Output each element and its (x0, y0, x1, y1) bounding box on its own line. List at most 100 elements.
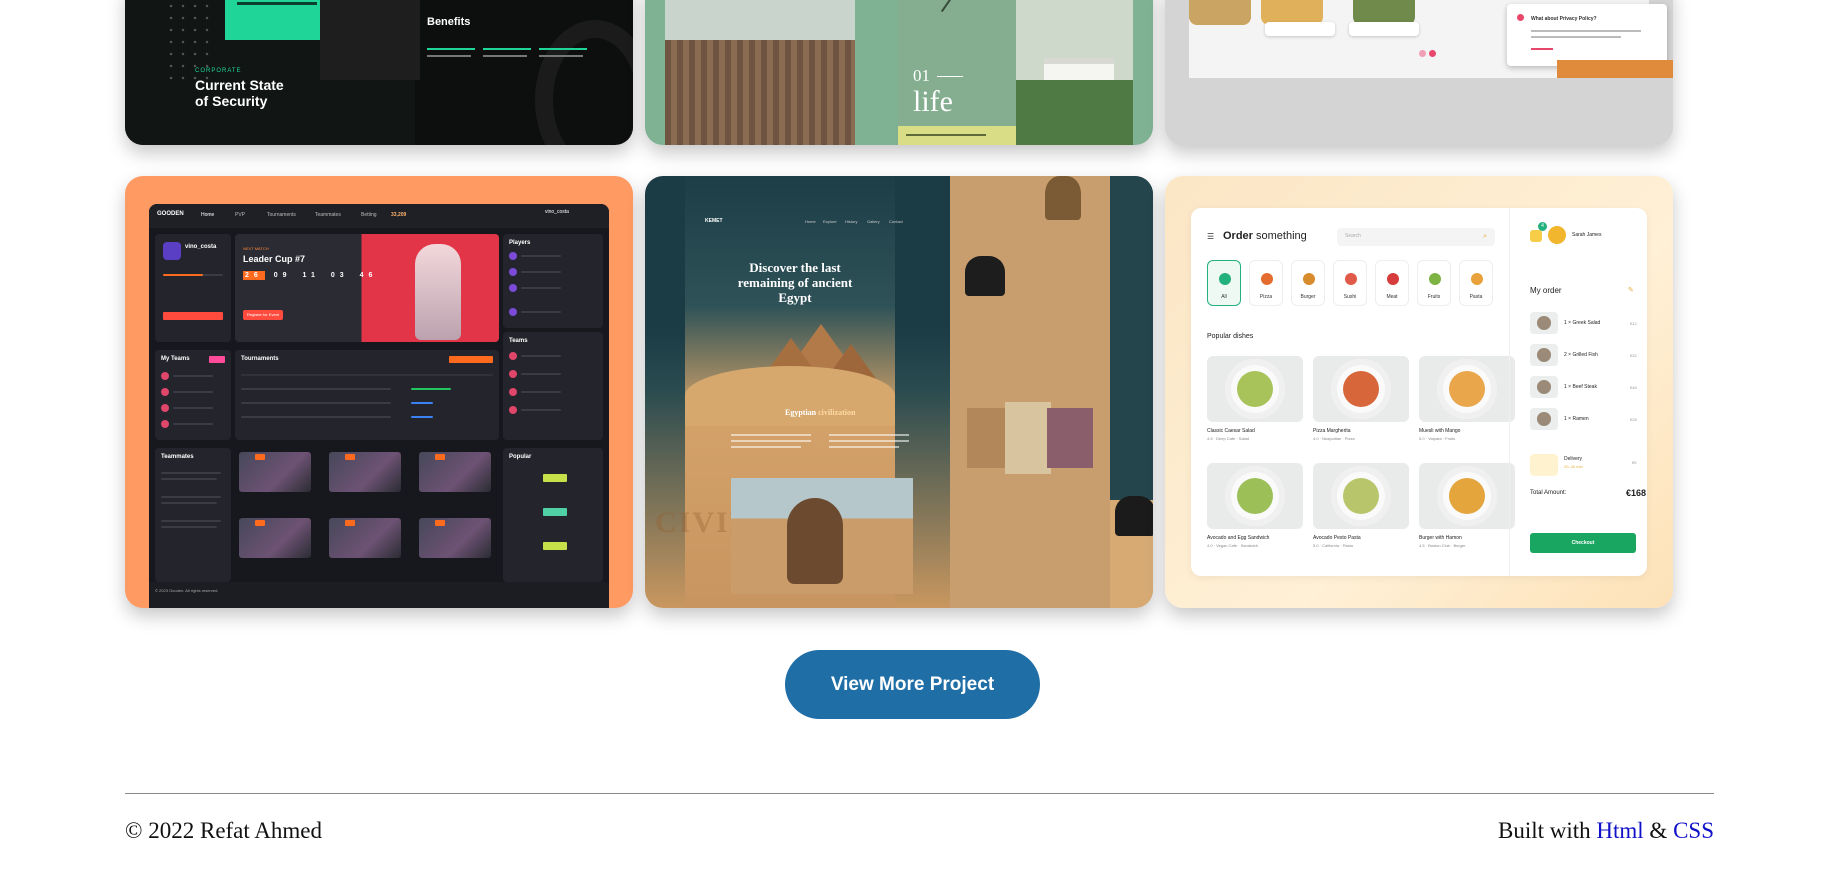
team-row (173, 407, 213, 409)
dish-name: Muesli with Mango (1419, 428, 1461, 434)
dish-meta: 5.0 · Valpara · Fruits (1419, 436, 1456, 441)
edge-column (1110, 176, 1153, 608)
order-item-price: €12 (1630, 321, 1637, 326)
modal-link (1531, 48, 1553, 50)
modal-line (1531, 36, 1621, 38)
page-title: Order something (1223, 230, 1307, 242)
food-pill (1349, 22, 1419, 36)
progress-fill (163, 274, 203, 276)
menu-icon: ☰ (1207, 232, 1215, 241)
delivery-icon (1530, 454, 1558, 476)
dish-meta: 4.0 · Vegan Cafe · Sandwich (1207, 543, 1258, 548)
built-with-label: Built with (1497, 818, 1591, 843)
category-label: Pasta (1469, 294, 1483, 300)
nav-item: Contact (889, 219, 903, 224)
css-link[interactable]: CSS (1673, 818, 1714, 843)
section-title-part: Egyptian (785, 408, 817, 417)
player-avatar (509, 252, 517, 260)
panel-title: My Teams (161, 356, 190, 362)
dish-image (1313, 463, 1409, 529)
gallery-column (950, 176, 1110, 608)
privacy-modal: What about Privacy Policy? (1507, 4, 1667, 66)
trees-area (1016, 80, 1133, 145)
dish-meta: 4.0 · Neapolitan · Pizza (1313, 436, 1355, 441)
panel-title: Teammates (161, 454, 194, 460)
project-card-egypt[interactable]: KEMET Home Explore History Gallery Conta… (645, 176, 1153, 608)
player-row (521, 287, 561, 289)
dish-name: Burger with Hamon (1419, 535, 1462, 541)
order-item-image (1530, 312, 1558, 334)
decorative-curve (535, 20, 633, 145)
gallery-image (1047, 408, 1093, 468)
ampersand: & (1649, 818, 1668, 843)
category-pizza: Pizza (1249, 260, 1283, 306)
paragraph-line (731, 446, 801, 448)
food-image (1557, 60, 1673, 78)
category-icon (1345, 273, 1357, 285)
order-item-image (1530, 408, 1558, 430)
gallery-image (1005, 402, 1051, 474)
pharaoh-statue (1045, 176, 1081, 220)
status-label (411, 388, 451, 390)
delivery-label: Delivery (1564, 456, 1583, 462)
countdown-digit: 26 (243, 271, 265, 280)
player-avatar (509, 308, 517, 316)
category-icon (1303, 273, 1315, 285)
modal-title: What about Privacy Policy? (1531, 16, 1597, 22)
popular-panel: Popular (503, 448, 603, 582)
register-button: Register for Event (243, 310, 283, 320)
team-logo (161, 404, 169, 412)
benefit-item (539, 48, 587, 64)
category-label: Sushi (1343, 294, 1357, 300)
nav-item: History (845, 219, 858, 224)
project-card-architecture[interactable]: 01 life (645, 0, 1153, 145)
table-row (241, 416, 391, 418)
project-card-food-privacy[interactable]: What about Privacy Policy? (1165, 0, 1673, 145)
order-item-image (1530, 344, 1558, 366)
dish-meta: 5.0 · California · Pasta (1313, 543, 1353, 548)
food-icon (1449, 478, 1485, 514)
benefit-item (427, 48, 475, 64)
section-heading: Popular dishes (1207, 333, 1254, 340)
carousel-dot (1429, 50, 1436, 57)
username: vino_costa (545, 209, 569, 215)
video-thumbnail (419, 518, 491, 558)
text-line (161, 520, 221, 522)
avatar (163, 242, 181, 260)
teammates-panel: Teammates (155, 448, 231, 582)
nav-item: Home (201, 212, 215, 218)
dish-name: Avocado Pesto Pasta (1313, 535, 1361, 541)
nav-item: PVP (235, 212, 246, 218)
search-icon: ⌕ (1483, 232, 1487, 240)
card-title: Current State of Security (195, 77, 284, 109)
paragraph-line (829, 440, 909, 442)
nav-item: Gallery (867, 219, 880, 224)
nav-item: Teammates (315, 212, 341, 218)
search-placeholder: Search (1345, 233, 1361, 239)
text-line (161, 526, 217, 528)
brand-logo: GOODEN (157, 211, 184, 217)
create-button (209, 356, 225, 363)
view-more-projects-button[interactable]: View More Project (785, 650, 1040, 719)
info-icon (1517, 14, 1524, 21)
order-item-price: €32 (1630, 353, 1637, 358)
site-screen: What about Privacy Policy? (1189, 0, 1673, 78)
item-image (543, 474, 567, 482)
category-pasta: Pasta (1459, 260, 1493, 306)
project-card-order[interactable]: ☰ Order something Search ⌕ All Pizza Bur… (1165, 176, 1673, 608)
countdown-digit: 03 (330, 272, 349, 279)
caption-band (898, 126, 1016, 145)
team-row (173, 391, 213, 393)
order-item-name: 1 × Beef Steak (1564, 384, 1597, 390)
project-card-gaming[interactable]: GOODEN Home PVP Tournaments Teammates Be… (125, 176, 633, 608)
category-icon (1429, 273, 1441, 285)
category-icon (1387, 273, 1399, 285)
food-icon (1343, 371, 1379, 407)
html-link[interactable]: Html (1596, 818, 1643, 843)
project-card-security[interactable]: CORPORATE Current State of Security Bene… (125, 0, 633, 145)
notification-badge: 4 (1538, 222, 1547, 231)
video-thumbnail (239, 518, 311, 558)
food-icon (1343, 478, 1379, 514)
event-banner: NEXT MATCH Leader Cup #7 26 09 11 03 46 … (235, 234, 499, 342)
category-burger: Burger (1291, 260, 1325, 306)
